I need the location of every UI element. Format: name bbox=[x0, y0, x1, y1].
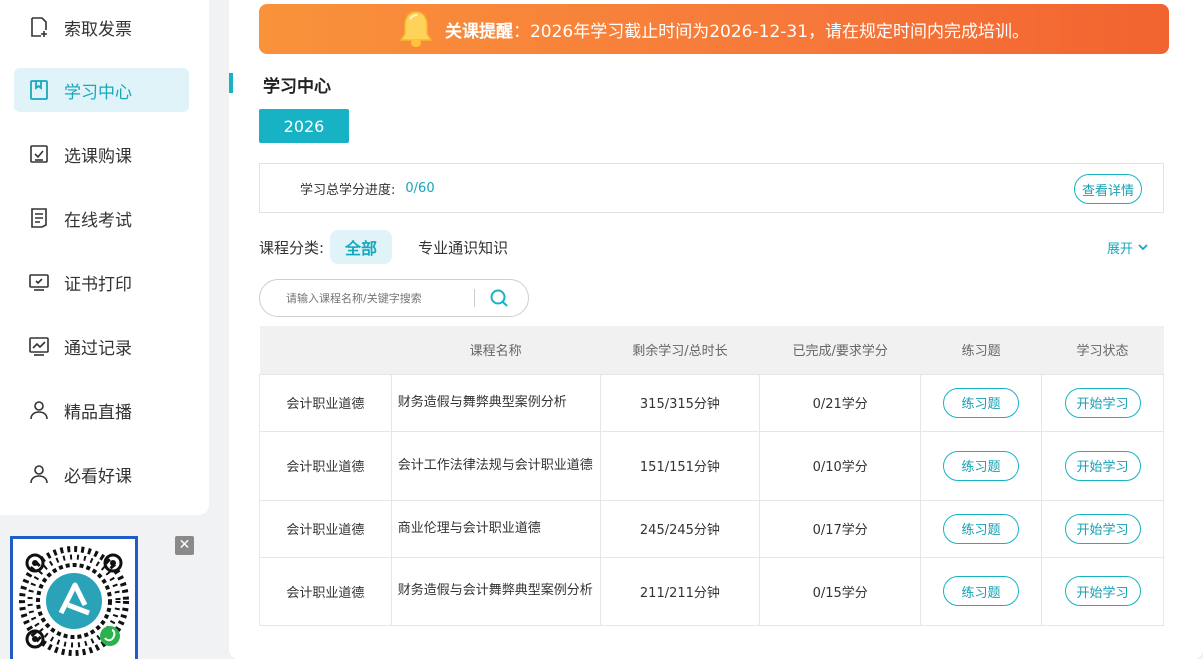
course-name: 财务造假与会计舞弊典型案例分析 bbox=[390, 556, 601, 626]
start-study-button[interactable]: 开始学习 bbox=[1064, 513, 1141, 544]
sidebar-item-label: 在线考试 bbox=[64, 210, 132, 231]
category-label: 课程分类: bbox=[259, 238, 325, 257]
mini-program-qr-code bbox=[10, 536, 138, 659]
user-icon bbox=[28, 463, 50, 485]
user-icon bbox=[28, 399, 50, 421]
exercise-button[interactable]: 练习题 bbox=[943, 387, 1020, 418]
sidebar-item-must-watch[interactable]: 必看好课 bbox=[14, 452, 189, 496]
course-duration: 245/245分钟 bbox=[599, 499, 761, 558]
course-duration: 151/151分钟 bbox=[599, 430, 761, 501]
section-accent-bar bbox=[229, 73, 233, 93]
column-header: 练习题 bbox=[920, 326, 1042, 374]
checkbox-icon bbox=[28, 143, 50, 165]
banner-prefix: 关课提醒 bbox=[444, 21, 513, 42]
course-name: 会计工作法律法规与会计职业道德 bbox=[390, 430, 601, 501]
sidebar: 索取发票 学习中心 选课购课 在线考试 证书打印 通过记录 精品直播 必看好课 bbox=[0, 0, 209, 515]
sidebar-item-invoice[interactable]: 索取发票 bbox=[14, 5, 189, 49]
table-row: 会计职业道德 会计工作法律法规与会计职业道德 151/151分钟 0/10学分 … bbox=[259, 430, 1164, 501]
exercise-cell: 练习题 bbox=[920, 373, 1043, 432]
progress-label: 学习总学分进度: bbox=[300, 182, 396, 198]
sidebar-item-label: 通过记录 bbox=[64, 338, 132, 359]
course-duration: 211/211分钟 bbox=[599, 556, 761, 626]
divider bbox=[474, 289, 475, 307]
certificate-icon bbox=[28, 271, 50, 293]
exercise-button[interactable]: 练习题 bbox=[943, 576, 1020, 606]
column-header: 课程名称 bbox=[391, 326, 600, 374]
search-input[interactable] bbox=[286, 291, 466, 305]
table-row: 会计职业道德 财务造假与会计舞弊典型案例分析 211/211分钟 0/15学分 … bbox=[259, 556, 1164, 626]
column-header bbox=[259, 326, 392, 374]
progress-value: 0/60 bbox=[405, 180, 435, 196]
category-general-knowledge-button[interactable]: 专业通识知识 bbox=[418, 237, 508, 258]
banner-text: ：2026年学习截止时间为2026-12-31，请在规定时间内完成培训。 bbox=[512, 21, 1030, 42]
search-icon[interactable] bbox=[489, 288, 509, 308]
sidebar-item-learning-center[interactable]: 学习中心 bbox=[14, 68, 189, 112]
credit-progress-panel: 学习总学分进度: 0/60 查看详情 bbox=[259, 163, 1164, 213]
course-credits: 0/15学分 bbox=[759, 556, 922, 626]
exam-icon bbox=[28, 207, 50, 229]
start-study-button[interactable]: 开始学习 bbox=[1064, 450, 1141, 481]
category-all-button[interactable]: 全部 bbox=[330, 230, 393, 264]
exercise-cell: 练习题 bbox=[920, 430, 1043, 501]
page-title: 学习中心 bbox=[263, 77, 331, 97]
year-tab-2026[interactable]: 2026 bbox=[259, 109, 349, 143]
bell-icon bbox=[399, 11, 433, 47]
sidebar-item-live[interactable]: 精品直播 bbox=[14, 388, 189, 432]
sidebar-item-label: 选课购课 bbox=[64, 146, 132, 167]
course-name: 商业伦理与会计职业道德 bbox=[390, 499, 601, 558]
chart-icon bbox=[28, 335, 50, 357]
sidebar-item-label: 必看好课 bbox=[64, 466, 132, 487]
table-row: 会计职业道德 商业伦理与会计职业道德 245/245分钟 0/17学分 练习题 … bbox=[259, 499, 1164, 558]
course-credits: 0/10学分 bbox=[759, 430, 922, 501]
sidebar-item-pass-records[interactable]: 通过记录 bbox=[14, 324, 189, 368]
exercise-cell: 练习题 bbox=[920, 556, 1043, 626]
main-panel: 关课提醒 ：2026年学习截止时间为2026-12-31，请在规定时间内完成培训… bbox=[229, 0, 1203, 659]
course-search bbox=[259, 279, 529, 317]
sidebar-item-course-purchase[interactable]: 选课购课 bbox=[14, 132, 189, 176]
start-study-button[interactable]: 开始学习 bbox=[1064, 576, 1141, 606]
book-icon bbox=[28, 79, 50, 101]
qr-close-button[interactable]: ✕ bbox=[175, 536, 194, 555]
start-study-button[interactable]: 开始学习 bbox=[1064, 387, 1141, 418]
sidebar-item-label: 索取发票 bbox=[64, 19, 132, 40]
column-header: 剩余学习/总时长 bbox=[600, 326, 760, 374]
sidebar-item-label: 学习中心 bbox=[64, 82, 132, 103]
course-credits: 0/21学分 bbox=[759, 373, 922, 432]
column-header: 学习状态 bbox=[1041, 326, 1164, 374]
column-header: 已完成/要求学分 bbox=[759, 326, 921, 374]
status-cell: 开始学习 bbox=[1041, 430, 1164, 501]
notice-banner: 关课提醒 ：2026年学习截止时间为2026-12-31，请在规定时间内完成培训… bbox=[259, 4, 1169, 54]
course-category: 会计职业道德 bbox=[259, 556, 392, 626]
exercise-button[interactable]: 练习题 bbox=[943, 513, 1020, 544]
sidebar-item-label: 证书打印 bbox=[64, 274, 132, 295]
sidebar-item-label: 精品直播 bbox=[64, 402, 132, 423]
course-table: 课程名称 剩余学习/总时长 已完成/要求学分 练习题 学习状态 会计职业道德 财… bbox=[259, 326, 1164, 626]
course-duration: 315/315分钟 bbox=[599, 373, 761, 432]
exercise-button[interactable]: 练习题 bbox=[943, 450, 1020, 481]
course-category: 会计职业道德 bbox=[259, 373, 392, 432]
status-cell: 开始学习 bbox=[1041, 556, 1164, 626]
view-details-button[interactable]: 查看详情 bbox=[1074, 174, 1142, 204]
exercise-cell: 练习题 bbox=[920, 499, 1043, 558]
course-name: 财务造假与舞弊典型案例分析 bbox=[390, 373, 601, 432]
category-filter: 课程分类: 全部 专业通识知识 展开 bbox=[259, 230, 1164, 264]
status-cell: 开始学习 bbox=[1041, 373, 1164, 432]
chevron-down-icon bbox=[1138, 244, 1148, 251]
expand-label: 展开 bbox=[1106, 241, 1133, 257]
course-category: 会计职业道德 bbox=[259, 499, 392, 558]
sidebar-item-online-exam[interactable]: 在线考试 bbox=[14, 196, 189, 240]
invoice-icon bbox=[28, 16, 50, 38]
table-header-row: 课程名称 剩余学习/总时长 已完成/要求学分 练习题 学习状态 bbox=[259, 326, 1164, 374]
status-cell: 开始学习 bbox=[1041, 499, 1164, 558]
course-category: 会计职业道德 bbox=[259, 430, 392, 501]
expand-button[interactable]: 展开 bbox=[1107, 238, 1149, 257]
sidebar-item-certificate-print[interactable]: 证书打印 bbox=[14, 260, 189, 304]
course-credits: 0/17学分 bbox=[759, 499, 922, 558]
table-row: 会计职业道德 财务造假与舞弊典型案例分析 315/315分钟 0/21学分 练习… bbox=[259, 373, 1164, 432]
